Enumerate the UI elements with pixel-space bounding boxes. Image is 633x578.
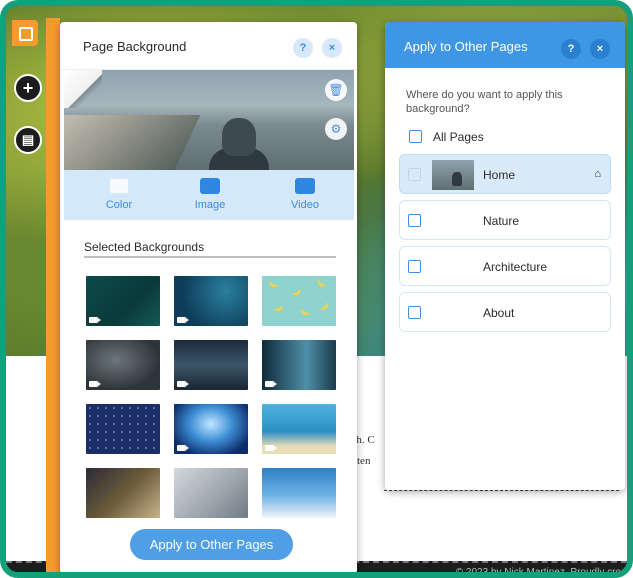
banana-pattern: [273, 304, 285, 313]
banana-pattern: [315, 278, 327, 289]
banana-pattern: [291, 287, 303, 298]
page-checkbox[interactable]: [408, 260, 421, 273]
footer-text: © 2023 by Nick Martinez. Proudly cre: [455, 567, 621, 578]
video-icon: [177, 381, 189, 387]
trash-icon[interactable]: 🗑: [325, 79, 347, 101]
all-pages-checkbox[interactable]: [409, 130, 422, 143]
page-label: About: [483, 306, 515, 320]
store-icon[interactable]: ▤: [14, 126, 42, 154]
tab-color[interactable]: Color: [84, 178, 154, 211]
page-checkbox[interactable]: [408, 306, 421, 319]
page-item-nature[interactable]: Nature: [399, 200, 611, 240]
page-item-architecture[interactable]: Architecture: [399, 246, 611, 286]
background-thumbnail[interactable]: [262, 276, 336, 326]
home-icon: ⌂: [594, 168, 601, 180]
video-icon: [265, 381, 277, 387]
page-thumbnail: [432, 160, 474, 190]
page-label: Nature: [483, 214, 520, 228]
background-thumbnail[interactable]: [262, 468, 336, 518]
backgrounds-grid: [86, 276, 336, 518]
tab-label: Color: [105, 199, 133, 211]
page-background-panel: Page Background ? × 🗑 ⚙ Color Image Vide…: [60, 22, 357, 572]
selected-backgrounds-title: Selected Backgrounds: [84, 240, 205, 254]
background-thumbnail[interactable]: [174, 404, 248, 454]
video-icon: [177, 317, 189, 323]
preview-figure-head: [222, 118, 256, 156]
plus-icon[interactable]: +: [14, 74, 42, 102]
background-thumbnail[interactable]: [86, 340, 160, 390]
background-thumbnail[interactable]: [86, 468, 160, 518]
help-button[interactable]: ?: [561, 39, 581, 59]
apply-description: Where do you want to apply this backgrou…: [406, 89, 563, 115]
page-label: Home: [483, 168, 516, 182]
banana-pattern: [299, 308, 311, 317]
tab-image[interactable]: Image: [175, 178, 245, 211]
background-type-tabs: Color Image Video: [64, 170, 354, 220]
video-icon: [265, 445, 277, 451]
video-icon: [89, 317, 101, 323]
background-thumbnail[interactable]: [174, 276, 248, 326]
background-thumbnail[interactable]: [262, 340, 336, 390]
panel-header: Apply to Other Pages ? ×: [385, 22, 625, 68]
title-underline: [84, 256, 336, 258]
apply-to-other-pages-panel: Apply to Other Pages ? × Where do you wa…: [385, 22, 625, 490]
page-item-about[interactable]: About: [399, 292, 611, 332]
video-icon: [177, 445, 189, 451]
section-divider: [384, 490, 619, 491]
tab-label: Image: [194, 199, 226, 211]
video-icon: [89, 381, 101, 387]
background-thumbnail[interactable]: [174, 340, 248, 390]
color-swatch-icon: [109, 178, 129, 194]
panel-header: Page Background ? ×: [60, 22, 357, 70]
background-thumbnail[interactable]: [262, 404, 336, 454]
banana-pattern: [267, 280, 279, 289]
editor-logo-icon[interactable]: [12, 20, 38, 46]
image-icon: [200, 178, 220, 194]
panel-title: Apply to Other Pages: [404, 39, 528, 54]
banana-pattern: [319, 301, 331, 312]
preview-shore: [64, 115, 201, 170]
page-label: Architecture: [483, 260, 548, 274]
all-pages-label: All Pages: [433, 130, 484, 144]
panel-accent-strip: [46, 18, 60, 572]
page-checkbox[interactable]: [408, 168, 421, 181]
page-curl-icon: [64, 70, 102, 108]
close-button[interactable]: ×: [322, 38, 342, 58]
video-icon: [295, 178, 315, 194]
close-button[interactable]: ×: [590, 39, 610, 59]
apply-to-other-pages-button[interactable]: Apply to Other Pages: [130, 529, 293, 560]
tab-video[interactable]: Video: [270, 178, 340, 211]
background-thumbnail[interactable]: [174, 468, 248, 518]
tab-label: Video: [291, 199, 319, 211]
help-button[interactable]: ?: [293, 38, 313, 58]
gear-icon[interactable]: ⚙: [325, 118, 347, 140]
panel-title: Page Background: [83, 39, 187, 54]
background-thumbnail[interactable]: [86, 276, 160, 326]
page-item-home[interactable]: Home ⌂: [399, 154, 611, 194]
editor-frame: aph. C onten ea n © 2023 by Nick Martine…: [0, 0, 633, 578]
page-checkbox[interactable]: [408, 214, 421, 227]
background-preview: 🗑 ⚙: [64, 70, 354, 170]
background-thumbnail[interactable]: [86, 404, 160, 454]
